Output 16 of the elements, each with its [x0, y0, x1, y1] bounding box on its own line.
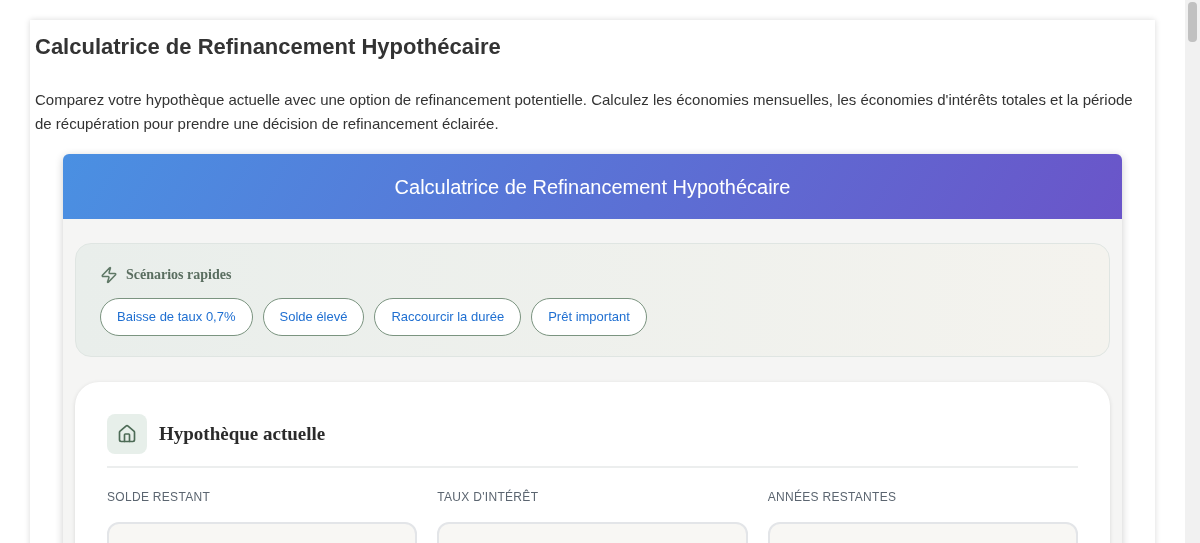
field-label: ANNÉES RESTANTES: [767, 488, 898, 506]
scenario-button[interactable]: Raccourcir la durée: [374, 298, 522, 336]
field-label: SOLDE RESTANT: [107, 489, 212, 506]
house-icon: [107, 414, 147, 454]
scenarios-title: Scénarios rapides: [126, 266, 232, 284]
scenario-button[interactable]: Baisse de taux 0,7%: [100, 298, 253, 336]
scenario-button[interactable]: Prêt important: [531, 298, 647, 336]
scenario-button[interactable]: Solde élevé: [262, 298, 365, 336]
section-title: Hypothèque actuelle: [159, 421, 326, 446]
calculator-header: Calculatrice de Refinancement Hypothécaire: [63, 154, 1122, 219]
intro-paragraph: Comparez votre hypothèque actuelle avec une option de refinancement potentielle. Calculez les économies mensuelles, les économies d'intérêts totales et la période de récupération pour prendre une décision de refinancement éclairée.: [35, 90, 1134, 134]
page-title: Calculatrice de Refinancement Hypothécaire: [35, 33, 502, 61]
scrollbar-thumb[interactable]: [1188, 2, 1197, 42]
scrollbar[interactable]: [1185, 0, 1200, 543]
lightning-icon: [100, 265, 118, 284]
field-label: TAUX D'INTÉRÊT: [437, 488, 540, 506]
